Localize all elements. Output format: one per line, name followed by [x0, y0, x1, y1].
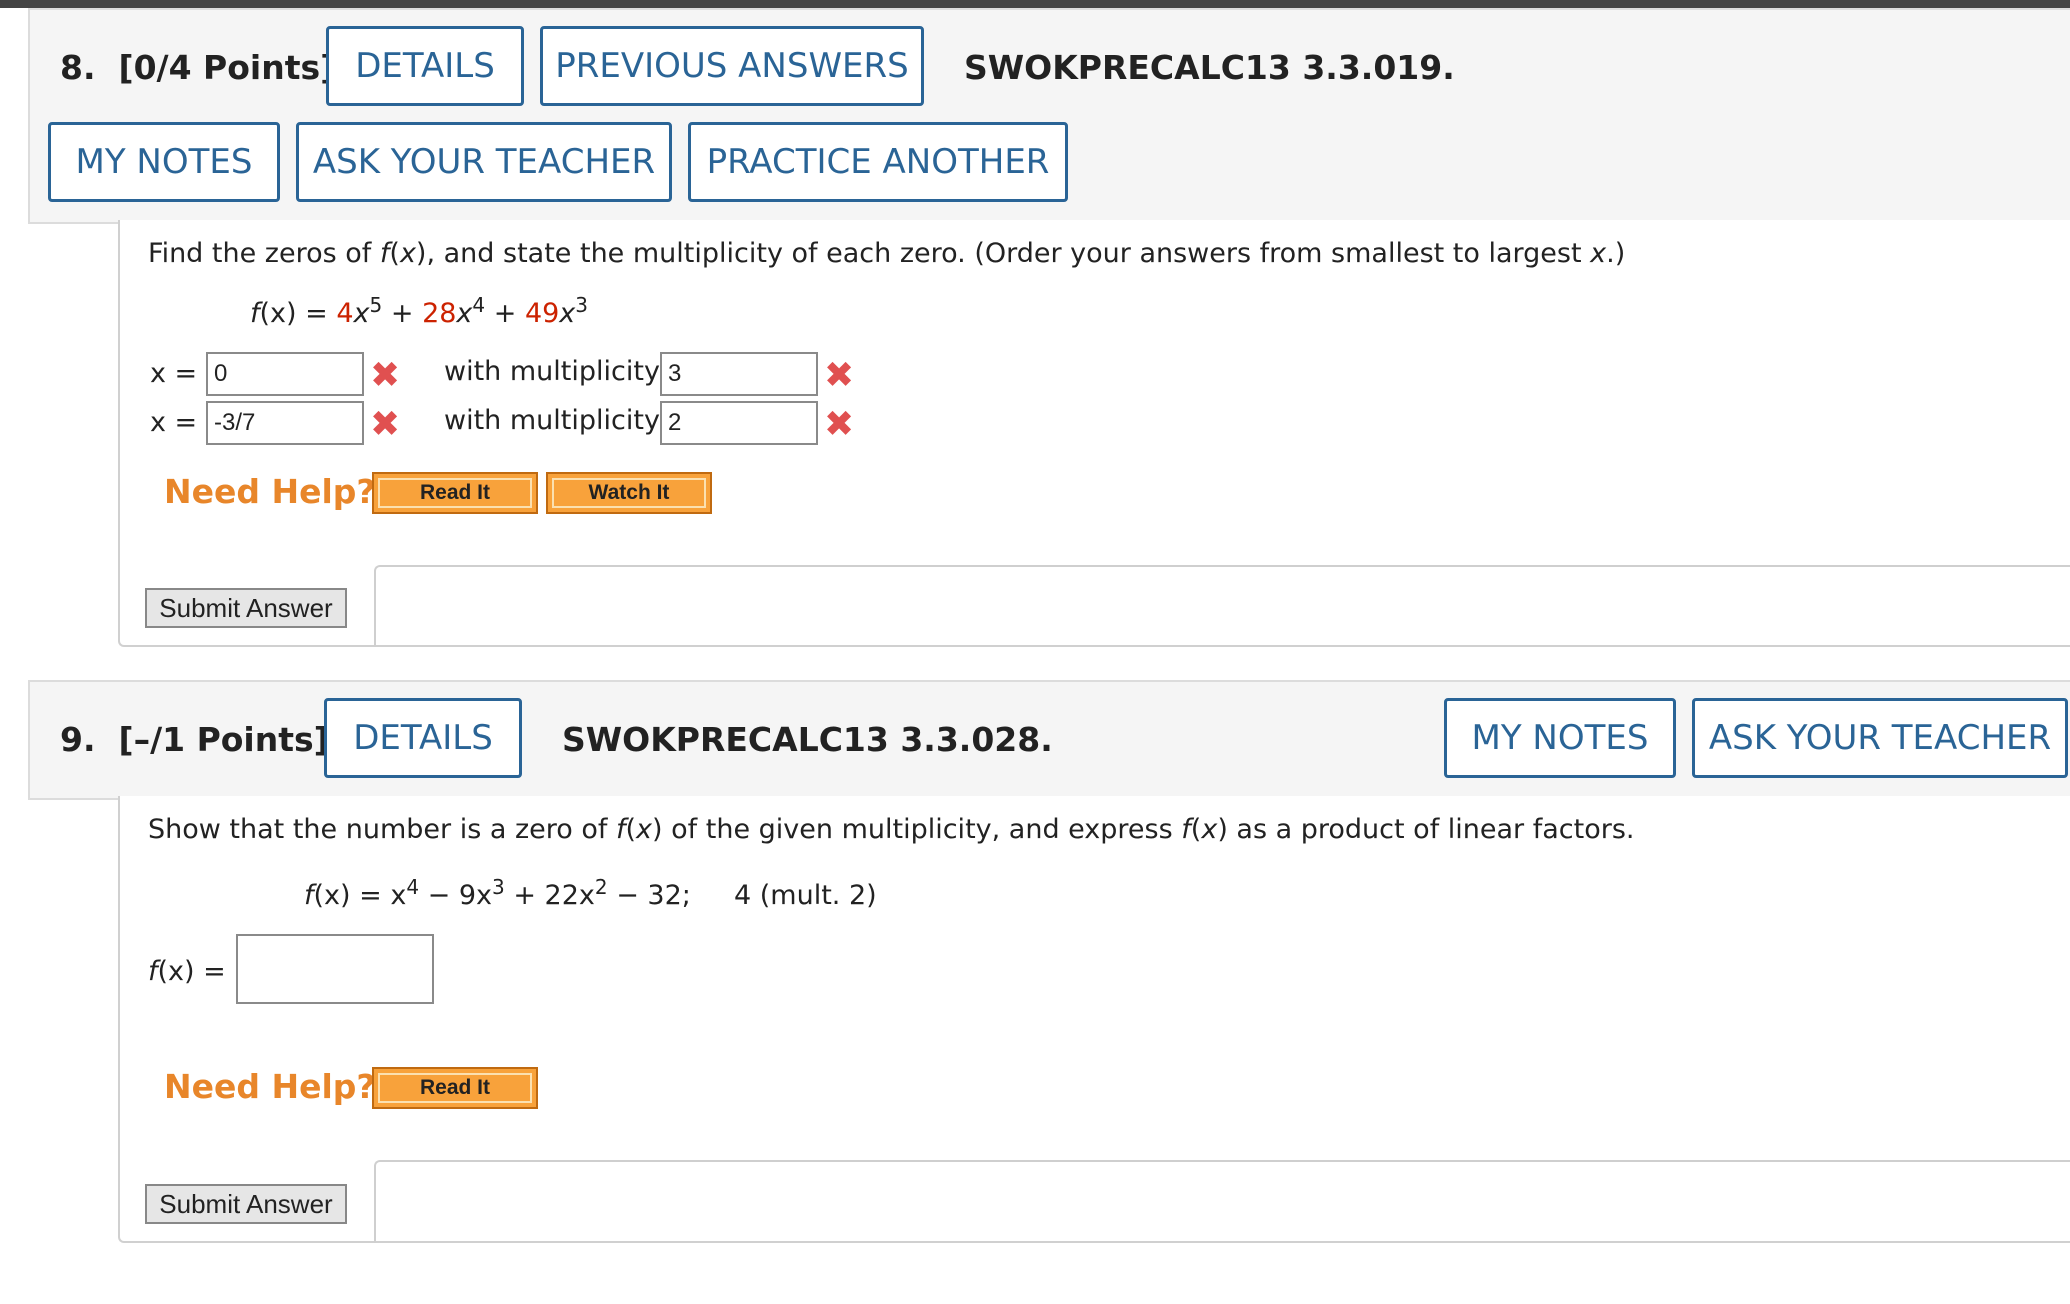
- q8-practice-another-button[interactable]: PRACTICE ANOTHER: [688, 122, 1068, 202]
- q8-equation: f(x) = 4x5 + 28x4 + 49x3: [250, 293, 589, 329]
- q9-prompt: Show that the number is a zero of f(x) o…: [148, 814, 1635, 845]
- q8-details-button[interactable]: DETAILS: [326, 26, 524, 106]
- q9-details-button[interactable]: DETAILS: [324, 698, 522, 778]
- q8-mult-input-2[interactable]: 2: [660, 401, 818, 445]
- q8-x-label-1: x =: [150, 358, 198, 389]
- q8-read-it-button[interactable]: Read It: [372, 472, 538, 514]
- q8-message-area: [374, 565, 2070, 647]
- wrong-icon: ✖: [824, 355, 855, 396]
- q8-my-notes-button[interactable]: MY NOTES: [48, 122, 280, 202]
- q9-answer-input[interactable]: [236, 934, 434, 1004]
- q9-message-area: [374, 1160, 2070, 1243]
- q9-need-help: Need Help?: [164, 1067, 376, 1106]
- q9-title: 9. [–/1 Points]: [60, 720, 329, 759]
- q9-problem-code: SWOKPRECALC13 3.3.028.: [562, 720, 1053, 759]
- q9-points: [–/1 Points]: [118, 720, 329, 759]
- q8-ask-teacher-button[interactable]: ASK YOUR TEACHER: [296, 122, 672, 202]
- q9-my-notes-button[interactable]: MY NOTES: [1444, 698, 1676, 778]
- q8-prompt: Find the zeros of f(x), and state the mu…: [148, 238, 1626, 269]
- wrong-icon: ✖: [824, 404, 855, 445]
- wrong-icon: ✖: [370, 355, 401, 396]
- q9-submit-button[interactable]: Submit Answer: [145, 1184, 347, 1224]
- q8-number: 8.: [60, 48, 96, 87]
- q9-answer-label: f(x) =: [148, 956, 226, 987]
- q8-need-help: Need Help?: [164, 472, 376, 511]
- q8-mult-input-1[interactable]: 3: [660, 352, 818, 396]
- q8-previous-answers-button[interactable]: PREVIOUS ANSWERS: [540, 26, 924, 106]
- q8-problem-code: SWOKPRECALC13 3.3.019.: [964, 48, 1455, 87]
- q8-x-label-2: x =: [150, 407, 198, 438]
- q8-x-input-2[interactable]: -3/7: [206, 401, 364, 445]
- q9-zero-multiplicity: 4 (mult. 2): [734, 880, 877, 911]
- top-border: [0, 0, 2070, 8]
- q8-mult-label-2: with multiplicity: [444, 405, 660, 436]
- q9-read-it-button[interactable]: Read It: [372, 1067, 538, 1109]
- q9-number: 9.: [60, 720, 96, 759]
- q8-points: [0/4 Points]: [118, 48, 336, 87]
- q8-x-input-1[interactable]: 0: [206, 352, 364, 396]
- q8-mult-label-1: with multiplicity: [444, 356, 660, 387]
- q8-title: 8. [0/4 Points]: [60, 48, 335, 87]
- q8-watch-it-button[interactable]: Watch It: [546, 472, 712, 514]
- q9-ask-teacher-button[interactable]: ASK YOUR TEACHER: [1692, 698, 2068, 778]
- wrong-icon: ✖: [370, 404, 401, 445]
- q9-equation: f(x) = x4 − 9x3 + 22x2 − 32;: [304, 875, 691, 911]
- q8-submit-button[interactable]: Submit Answer: [145, 588, 347, 628]
